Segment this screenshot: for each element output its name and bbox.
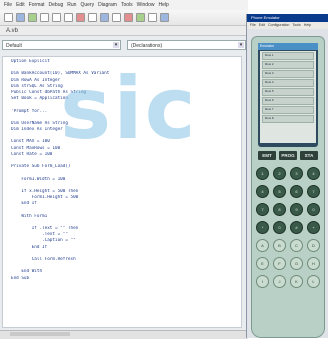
screen-row: Row 2 (262, 61, 314, 69)
new-file-icon[interactable] (4, 13, 13, 22)
softkey-prog[interactable]: PROG (279, 151, 297, 160)
phone-emulator-window: Phone Emulator File Edit Configuration Tool… (246, 14, 328, 338)
keypad-key[interactable]: A (256, 239, 269, 252)
cut-icon[interactable] (40, 13, 49, 22)
open-file-icon[interactable] (16, 13, 25, 22)
menu-item-run[interactable]: Run (67, 2, 76, 8)
object-selector[interactable]: Default ▾ (2, 40, 121, 50)
chevron-down-icon[interactable]: ▾ (113, 42, 119, 48)
debug-icon[interactable] (136, 13, 145, 22)
toolbar (0, 10, 248, 26)
emulator-menu-bar: File Edit Configuration Tools Help (247, 22, 328, 29)
screen-frame: Emulator Row 1 Row 2 Row 3 Row 4 Row 5 Row 6R… (258, 43, 318, 147)
phone-device: Emulator Row 1 Row 2 Row 3 Row 4 Row 5 Row 6R… (251, 36, 325, 338)
code-selectors: Default ▾ (Declarations) ▾ (2, 40, 246, 52)
keypad-key[interactable]: E (256, 257, 269, 270)
screen-row: Row 4 (262, 79, 314, 87)
keypad-key[interactable]: 3 (290, 167, 303, 180)
emulator-menu-tools[interactable]: Tools (292, 22, 300, 29)
keypad-row: 4567 (256, 185, 320, 198)
keypad-key[interactable]: F (273, 257, 286, 270)
window-title: Phone Emulator (247, 14, 328, 22)
keypad-row: 1234 (256, 167, 320, 180)
keypad-key[interactable]: 7 (256, 203, 269, 216)
menu-item-diagram[interactable]: Diagram (98, 2, 117, 8)
emulator-menu-configuration[interactable]: Configuration (268, 22, 289, 29)
screen-title: Emulator (258, 43, 318, 50)
keypad-key[interactable]: # (290, 221, 303, 234)
undo-icon[interactable] (76, 13, 85, 22)
save-icon[interactable] (28, 13, 37, 22)
code-editor[interactable]: Option Explicit Dim BankAccount(10), SUMM… (2, 56, 242, 328)
menu-item-edit[interactable]: Edit (16, 2, 25, 8)
softkey-row: EMT PROG STA (258, 151, 318, 161)
menu-item-file[interactable]: File (4, 2, 12, 8)
keypad-row: * 0 # + (256, 221, 320, 234)
keypad-key[interactable]: * (256, 221, 269, 234)
keypad-key[interactable]: 6 (290, 185, 303, 198)
properties-icon[interactable] (160, 13, 169, 22)
keypad-key[interactable]: K (290, 275, 303, 288)
keypad-key[interactable]: D (307, 239, 320, 252)
screen-row: Row 3 (262, 70, 314, 78)
explorer-icon[interactable] (148, 13, 157, 22)
keypad-key[interactable]: C (290, 239, 303, 252)
run-icon[interactable] (100, 13, 109, 22)
screen-row: Row 8 (262, 115, 314, 123)
keypad-key[interactable]: L (307, 275, 320, 288)
pause-icon[interactable] (112, 13, 121, 22)
keypad-key[interactable]: 4 (256, 185, 269, 198)
copy-icon[interactable] (52, 13, 61, 22)
softkey-sta[interactable]: STA (300, 151, 318, 160)
screen-row: Row 1 (262, 52, 314, 60)
keypad-key[interactable]: 0 (273, 221, 286, 234)
keypad-key[interactable]: H (307, 257, 320, 270)
keypad-key[interactable]: + (307, 221, 320, 234)
emulator-menu-edit[interactable]: Edit (259, 22, 265, 29)
keypad-key[interactable]: I (256, 275, 269, 288)
menu-item-format[interactable]: Format (29, 2, 45, 8)
keypad-row: ABCD (256, 239, 320, 252)
menu-item-window[interactable]: Window (137, 2, 155, 8)
softkey-emt[interactable]: EMT (258, 151, 276, 160)
keypad-key[interactable]: 4 (307, 167, 320, 180)
tab-code-file[interactable]: A.vb (0, 26, 248, 36)
screen-row: Row 7 (262, 106, 314, 114)
redo-icon[interactable] (88, 13, 97, 22)
emulator-menu-help[interactable]: Help (304, 22, 311, 29)
emulator-menu-file[interactable]: File (250, 22, 256, 29)
menu-bar: File Edit Format Debug Run Query Diagram Tools W… (0, 0, 248, 10)
procedure-selector-value: (Declarations) (131, 43, 163, 49)
menu-item-tools[interactable]: Tools (121, 2, 133, 8)
screen-row: Row 5 (262, 88, 314, 96)
keypad-key[interactable]: 0 (307, 203, 320, 216)
keypad-key[interactable]: 9 (290, 203, 303, 216)
keypad-row: IJKL (256, 275, 320, 288)
chevron-down-icon[interactable]: ▾ (238, 42, 244, 48)
paste-icon[interactable] (64, 13, 73, 22)
keypad-row: 7890 (256, 203, 320, 216)
menu-item-debug[interactable]: Debug (49, 2, 64, 8)
menu-item-help[interactable]: Help (158, 2, 168, 8)
object-selector-value: Default (6, 43, 22, 49)
keypad-key[interactable]: J (273, 275, 286, 288)
code-line: End Sub (11, 275, 30, 281)
menu-item-query[interactable]: Query (80, 2, 94, 8)
keypad-key[interactable]: G (290, 257, 303, 270)
procedure-selector[interactable]: (Declarations) ▾ (127, 40, 246, 50)
keypad-key[interactable]: 1 (256, 167, 269, 180)
keypad-key[interactable]: 2 (273, 167, 286, 180)
keypad-key[interactable]: B (273, 239, 286, 252)
keypad-key[interactable]: 7 (307, 185, 320, 198)
keypad: 1 2 3 4 4 5 6 7 7 8 9 0 * 0 # + A B C D E F G H I J K L (256, 167, 320, 293)
stop-icon[interactable] (124, 13, 133, 22)
phone-screen: Row 1 Row 2 Row 3 Row 4 Row 5 Row 6 Row 7 Row 8 (260, 51, 316, 143)
keypad-row: EFGH (256, 257, 320, 270)
ide-window: File Edit Format Debug Run Query Diagram Tools W… (0, 0, 248, 339)
keypad-key[interactable]: 8 (273, 203, 286, 216)
screen-row: Row 6 (262, 97, 314, 105)
horizontal-scrollbar[interactable] (10, 332, 70, 336)
keypad-key[interactable]: 5 (273, 185, 286, 198)
